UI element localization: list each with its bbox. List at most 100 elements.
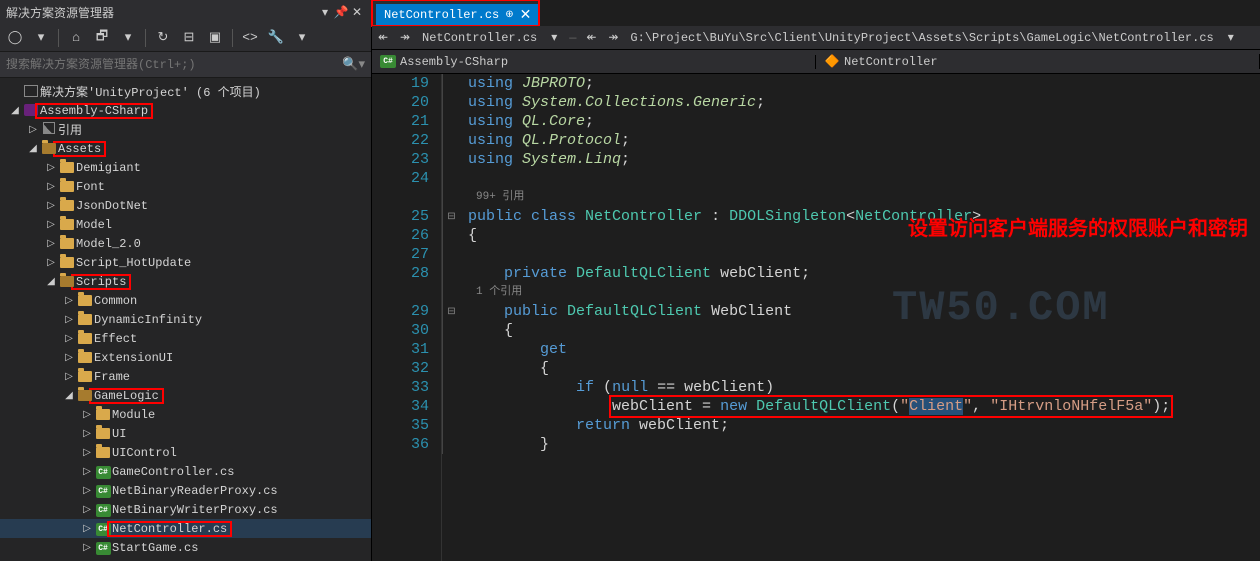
tree-row[interactable]: ▷C#GameController.cs <box>0 462 371 481</box>
code-line[interactable]: using System.Collections.Generic; <box>468 93 1260 112</box>
codelens[interactable]: 99+ 引用 <box>468 188 1260 207</box>
code-line[interactable]: public DefaultQLClient WebClient <box>468 302 1260 321</box>
expand-icon[interactable]: ◢ <box>26 143 40 155</box>
expand-icon[interactable]: ◢ <box>8 105 22 117</box>
nav-back-icon[interactable]: ↞ <box>372 30 394 45</box>
pipe-icon[interactable]: ▾ <box>291 27 313 49</box>
tree-row[interactable]: ▷JsonDotNet <box>0 196 371 215</box>
expand-icon[interactable]: ▷ <box>80 409 94 421</box>
expand-icon[interactable]: ▷ <box>62 314 76 326</box>
tree-row[interactable]: ▷Demigiant <box>0 158 371 177</box>
tree-row[interactable]: ▷C#NetController.cs <box>0 519 371 538</box>
search-input[interactable] <box>6 58 342 72</box>
code-editor[interactable]: 192021222324252627282930313233343536 ⊟⊟ … <box>372 74 1260 561</box>
tree-row[interactable]: ▷C#NetBinaryWriterProxy.cs <box>0 500 371 519</box>
pin-icon[interactable]: ⊕ <box>505 9 513 21</box>
expand-icon[interactable]: ▷ <box>44 162 58 174</box>
expand-icon[interactable]: ▷ <box>62 371 76 383</box>
nav-file[interactable]: NetController.cs <box>416 31 543 45</box>
expand-icon[interactable]: ▷ <box>62 333 76 345</box>
nav-back2-icon[interactable]: ↞ <box>580 30 602 45</box>
fold-column[interactable]: ⊟⊟ <box>442 74 460 561</box>
dropdown-icon[interactable]: ▾ <box>317 5 333 20</box>
home-icon[interactable]: ⌂ <box>65 27 87 49</box>
solution-tree[interactable]: 解决方案'UnityProject' (6 个项目)◢Assembly-CSha… <box>0 78 371 561</box>
tree-row[interactable]: ▷DynamicInfinity <box>0 310 371 329</box>
tab-netcontroller[interactable]: NetController.cs ⊕ ✕ <box>376 4 539 26</box>
expand-icon[interactable]: ▷ <box>80 447 94 459</box>
tree-row[interactable]: ◢Assets <box>0 139 371 158</box>
expand-icon[interactable]: ▷ <box>44 200 58 212</box>
tree-row[interactable]: ▷Model_2.0 <box>0 234 371 253</box>
code-line[interactable]: if (null == webClient) <box>468 378 1260 397</box>
tree-row[interactable]: ▷UIControl <box>0 443 371 462</box>
expand-icon[interactable]: ▷ <box>80 485 94 497</box>
expand-icon[interactable]: ▷ <box>44 181 58 193</box>
tree-row[interactable]: ▷UI <box>0 424 371 443</box>
expand-icon[interactable]: ▷ <box>44 219 58 231</box>
tree-row[interactable]: ◢Scripts <box>0 272 371 291</box>
tree-row[interactable]: ▷Frame <box>0 367 371 386</box>
tree-row[interactable]: ▷Effect <box>0 329 371 348</box>
tree-row[interactable]: ▷Model <box>0 215 371 234</box>
code-body[interactable]: using JBPROTO;using System.Collections.G… <box>460 74 1260 561</box>
pin-icon[interactable]: 📌 <box>333 5 349 20</box>
code-line[interactable]: get <box>468 340 1260 359</box>
back-icon[interactable]: ◯ <box>4 27 26 49</box>
expand-icon[interactable]: ▷ <box>80 542 94 554</box>
code-line[interactable]: } <box>468 435 1260 454</box>
tree-row[interactable]: ▷Script_HotUpdate <box>0 253 371 272</box>
tree-row[interactable]: ▷C#NetBinaryReaderProxy.cs <box>0 481 371 500</box>
expand-icon[interactable]: ▷ <box>26 124 40 136</box>
tree-row[interactable]: ▷C#StartGame.cs <box>0 538 371 557</box>
expand-icon[interactable]: ▷ <box>62 295 76 307</box>
collapse-icon[interactable]: ⊟ <box>178 27 200 49</box>
tree-row[interactable]: ▷Module <box>0 405 371 424</box>
code-line[interactable]: return webClient; <box>468 416 1260 435</box>
fwd-icon[interactable]: ▾ <box>30 27 52 49</box>
sync-icon[interactable]: 🗗 <box>91 27 113 49</box>
showall-icon[interactable]: ▣ <box>204 27 226 49</box>
code-line[interactable]: { <box>468 321 1260 340</box>
expand-icon[interactable]: ▷ <box>80 428 94 440</box>
tree-row[interactable]: 解决方案'UnityProject' (6 个项目) <box>0 82 371 101</box>
tree-row[interactable]: ▷引用 <box>0 120 371 139</box>
code-line[interactable]: using JBPROTO; <box>468 74 1260 93</box>
expand-icon[interactable]: ◢ <box>62 390 76 402</box>
codelens[interactable]: 1 个引用 <box>468 283 1260 302</box>
tree-row[interactable]: ◢GameLogic <box>0 386 371 405</box>
dropdown-icon[interactable]: ▾ <box>117 27 139 49</box>
code-line[interactable]: { <box>468 359 1260 378</box>
code-icon[interactable]: <> <box>239 27 261 49</box>
expand-icon[interactable]: ▷ <box>80 523 94 535</box>
code-line[interactable]: webClient = new DefaultQLClient("Client"… <box>468 397 1260 416</box>
nav-fwd-icon[interactable]: ↠ <box>394 30 416 45</box>
expand-icon[interactable]: ▷ <box>80 504 94 516</box>
expand-icon[interactable]: ▷ <box>62 352 76 364</box>
expand-icon[interactable]: ▷ <box>44 257 58 269</box>
code-line[interactable]: using QL.Protocol; <box>468 131 1260 150</box>
refresh-icon[interactable]: ↻ <box>152 27 174 49</box>
code-line[interactable]: private DefaultQLClient webClient; <box>468 264 1260 283</box>
code-line[interactable] <box>468 245 1260 264</box>
tree-row[interactable]: ▷Common <box>0 291 371 310</box>
code-line[interactable] <box>468 169 1260 188</box>
properties-icon[interactable]: 🔧 <box>265 27 287 49</box>
scope-class[interactable]: 🔶NetController <box>816 54 1260 69</box>
tree-row[interactable]: ▷ExtensionUI <box>0 348 371 367</box>
chevron-down-icon[interactable]: ▾ <box>543 30 565 45</box>
scope-project[interactable]: C#Assembly-CSharp <box>372 55 816 69</box>
code-line[interactable]: using System.Linq; <box>468 150 1260 169</box>
close-icon[interactable]: ✕ <box>520 7 532 24</box>
expand-icon[interactable]: ▷ <box>80 466 94 478</box>
chevron-down-icon[interactable]: ▾ <box>1220 30 1242 45</box>
search-dropdown-icon[interactable]: ▾ <box>358 57 365 72</box>
tree-row[interactable]: ▷Font <box>0 177 371 196</box>
nav-fwd2-icon[interactable]: ↠ <box>602 30 624 45</box>
code-line[interactable]: using QL.Core; <box>468 112 1260 131</box>
expand-icon[interactable]: ▷ <box>44 238 58 250</box>
tree-row[interactable]: ◢Assembly-CSharp <box>0 101 371 120</box>
expand-icon[interactable]: ◢ <box>44 276 58 288</box>
search-icon[interactable]: 🔍 <box>342 57 358 72</box>
close-icon[interactable]: ✕ <box>349 5 365 20</box>
